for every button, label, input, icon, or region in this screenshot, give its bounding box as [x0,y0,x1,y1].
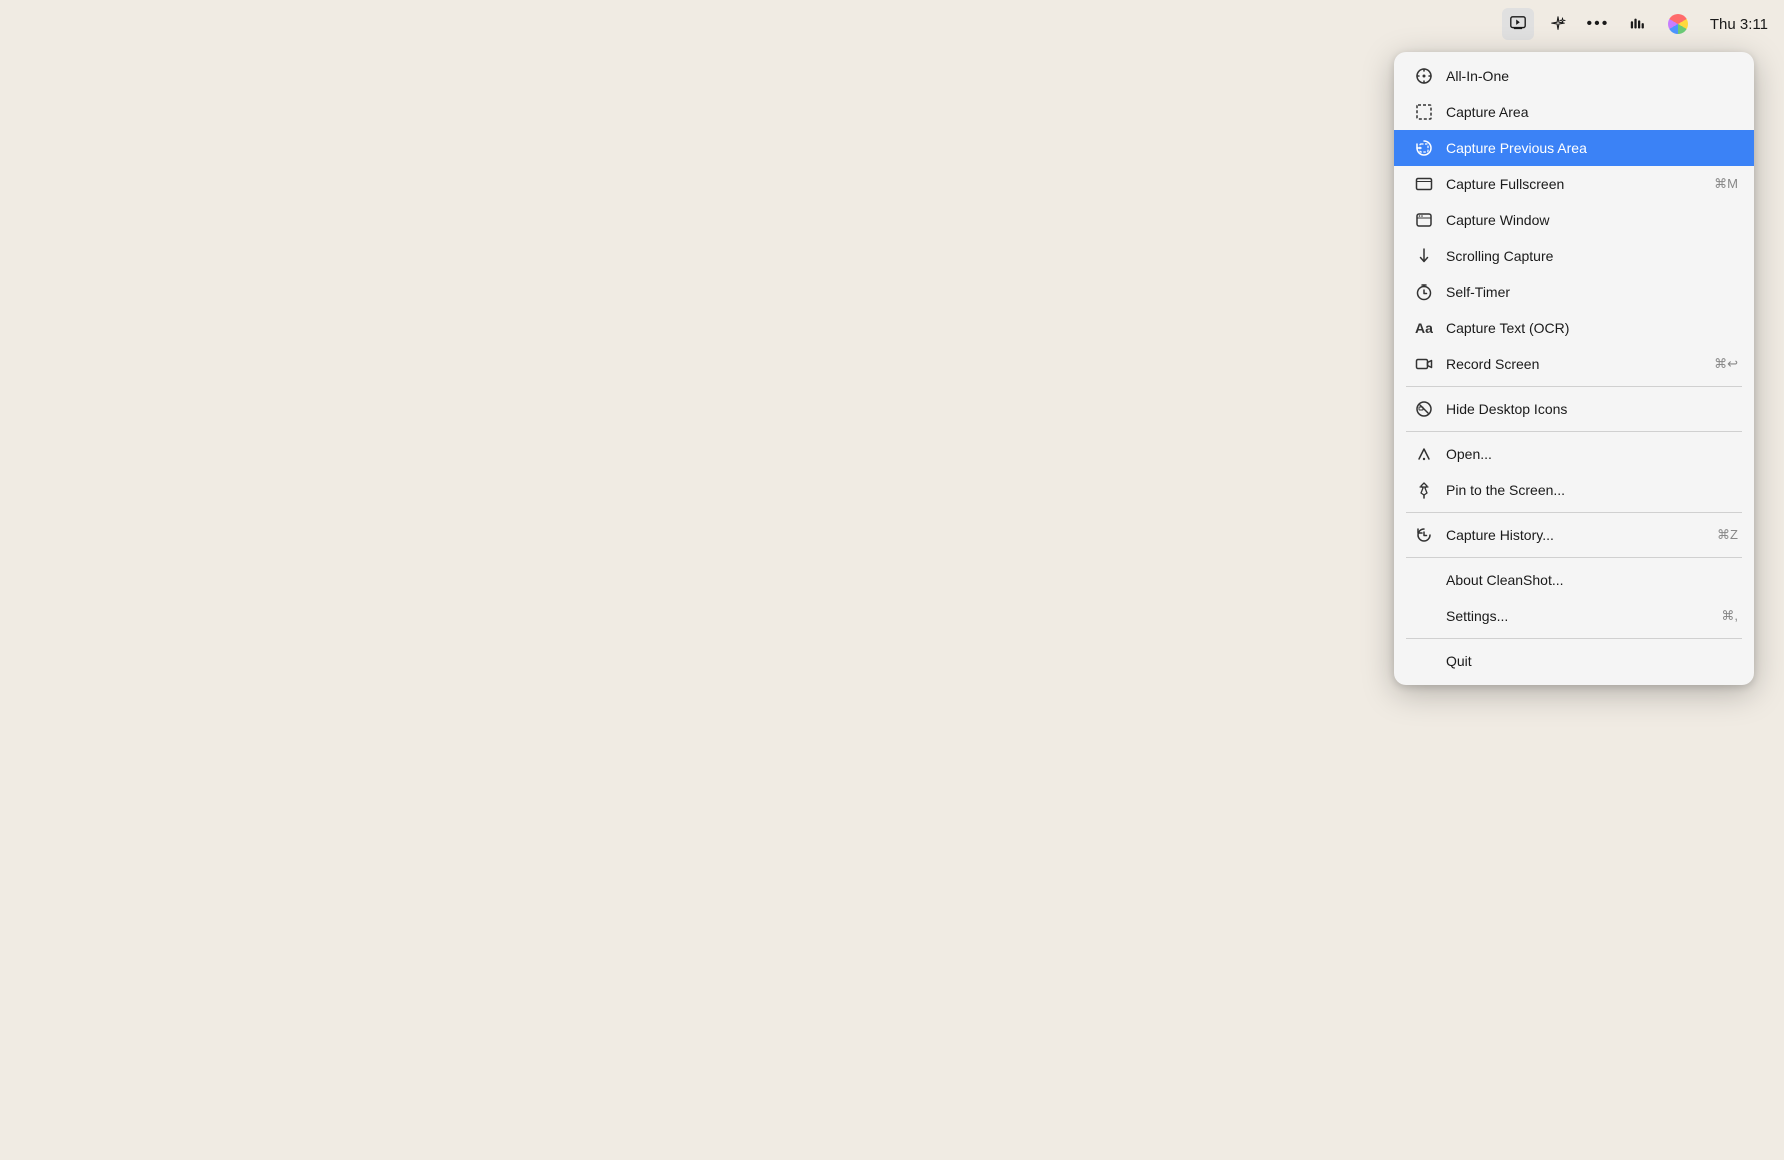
dropdown-menu: All-In-One Capture Area Capture Previous… [1394,52,1754,685]
record-screen-label: Record Screen [1446,356,1706,372]
capture-window-label: Capture Window [1446,212,1738,228]
menu-item-quit[interactable]: Quit [1394,643,1754,679]
menubar: ••• Thu 3:11 [0,0,1784,48]
all-in-one-label: All-In-One [1446,68,1738,84]
menu-item-record-screen[interactable]: Record Screen ⌘↩ [1394,346,1754,382]
scrolling-capture-label: Scrolling Capture [1446,248,1738,264]
menu-item-pin-to-screen[interactable]: Pin to the Screen... [1394,472,1754,508]
sparkle-menubar-icon[interactable] [1542,8,1574,40]
scrolling-capture-icon-area [1410,247,1438,265]
capture-fullscreen-icon-area [1410,175,1438,193]
menu-item-open[interactable]: Open... [1394,436,1754,472]
menu-item-capture-previous-area[interactable]: Capture Previous Area [1394,130,1754,166]
settings-label: Settings... [1446,608,1713,624]
menu-item-hide-desktop-icons[interactable]: Hide Desktop Icons [1394,391,1754,427]
divider-5 [1406,638,1742,639]
capture-area-icon-area [1410,103,1438,121]
self-timer-icon-area [1410,283,1438,301]
color-circle [1668,14,1688,34]
menu-item-about[interactable]: About CleanShot... [1394,562,1754,598]
capture-previous-icon-area [1410,139,1438,157]
pin-to-screen-label: Pin to the Screen... [1446,482,1738,498]
menu-item-capture-text[interactable]: Aa Capture Text (OCR) [1394,310,1754,346]
menu-item-capture-history[interactable]: Capture History... ⌘Z [1394,517,1754,553]
capture-window-icon-area [1410,211,1438,229]
capture-text-aa-icon: Aa [1415,321,1433,335]
hide-desktop-icons-label: Hide Desktop Icons [1446,401,1738,417]
pin-icon-area [1410,481,1438,499]
divider-2 [1406,431,1742,432]
history-icon-area [1410,526,1438,544]
capture-previous-area-label: Capture Previous Area [1446,140,1738,156]
menu-item-settings[interactable]: Settings... ⌘, [1394,598,1754,634]
divider-4 [1406,557,1742,558]
about-label: About CleanShot... [1446,572,1738,588]
capture-fullscreen-label: Capture Fullscreen [1446,176,1706,192]
capture-text-label: Capture Text (OCR) [1446,320,1738,336]
quit-label: Quit [1446,653,1738,669]
cleanshot-menubar-icon[interactable] [1502,8,1534,40]
capture-fullscreen-shortcut: ⌘M [1714,176,1738,192]
menu-item-capture-window[interactable]: Capture Window [1394,202,1754,238]
menu-item-capture-fullscreen[interactable]: Capture Fullscreen ⌘M [1394,166,1754,202]
capture-area-label: Capture Area [1446,104,1738,120]
capture-text-icon-area: Aa [1410,321,1438,335]
siri-menubar-icon[interactable] [1662,8,1694,40]
divider-1 [1406,386,1742,387]
capture-history-shortcut: ⌘Z [1717,527,1738,543]
divider-3 [1406,512,1742,513]
open-label: Open... [1446,446,1738,462]
settings-shortcut: ⌘, [1721,608,1738,624]
audio-menubar-icon[interactable] [1622,8,1654,40]
capture-history-label: Capture History... [1446,527,1709,543]
self-timer-label: Self-Timer [1446,284,1738,300]
open-icon-area [1410,445,1438,463]
menu-item-capture-area[interactable]: Capture Area [1394,94,1754,130]
record-screen-icon-area [1410,355,1438,373]
menu-item-scrolling-capture[interactable]: Scrolling Capture [1394,238,1754,274]
dots-label: ••• [1586,15,1609,33]
menubar-time: Thu 3:11 [1710,16,1768,33]
all-in-one-icon-area [1410,67,1438,85]
hide-desktop-icon-area [1410,400,1438,418]
dots-menubar-icon[interactable]: ••• [1582,8,1614,40]
menu-item-all-in-one[interactable]: All-In-One [1394,58,1754,94]
menu-item-self-timer[interactable]: Self-Timer [1394,274,1754,310]
record-screen-shortcut: ⌘↩ [1714,356,1738,372]
